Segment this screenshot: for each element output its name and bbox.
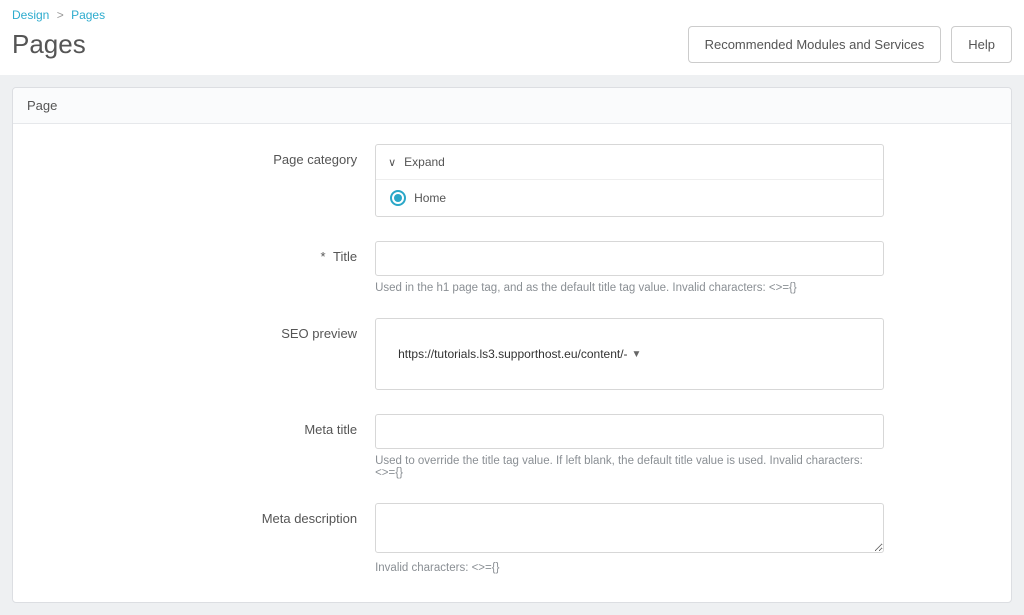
title-help-text: Used in the h1 page tag, and as the defa… (375, 282, 884, 294)
meta-description-label: Meta description (23, 503, 375, 526)
expand-toggle[interactable]: ∨ Expand (376, 145, 883, 180)
recommended-modules-button[interactable]: Recommended Modules and Services (688, 26, 942, 63)
breadcrumb: Design > Pages (12, 8, 1012, 22)
page-category-label: Page category (23, 144, 375, 167)
meta-title-input[interactable] (375, 414, 884, 449)
help-button[interactable]: Help (951, 26, 1012, 63)
panel-title: Page (13, 88, 1011, 124)
title-label-text: Title (333, 249, 357, 264)
seo-preview-label: SEO preview (23, 318, 375, 341)
breadcrumb-item-design[interactable]: Design (12, 8, 49, 22)
meta-description-input[interactable] (375, 503, 884, 553)
category-option-label: Home (414, 191, 446, 205)
breadcrumb-separator: > (57, 8, 64, 22)
caret-down-icon: ▼ (632, 349, 642, 360)
meta-title-label: Meta title (23, 414, 375, 437)
required-mark: * (321, 249, 326, 264)
page-title: Pages (12, 29, 86, 60)
title-label: * Title (23, 241, 375, 264)
page-category-box: ∨ Expand Home (375, 144, 884, 217)
chevron-down-icon: ∨ (388, 156, 396, 169)
seo-preview-url[interactable]: https://tutorials.ls3.supporthost.eu/con… (398, 347, 641, 361)
meta-title-help-text: Used to override the title tag value. If… (375, 455, 884, 479)
page-panel: Page Page category ∨ Expand Home (12, 87, 1012, 603)
meta-description-help-text: Invalid characters: <>={} (375, 562, 884, 574)
radio-icon (390, 190, 406, 206)
breadcrumb-item-pages[interactable]: Pages (71, 8, 105, 22)
category-option-home[interactable]: Home (376, 180, 883, 216)
expand-label: Expand (404, 155, 445, 169)
seo-preview-box: https://tutorials.ls3.supporthost.eu/con… (375, 318, 884, 390)
title-input[interactable] (375, 241, 884, 276)
